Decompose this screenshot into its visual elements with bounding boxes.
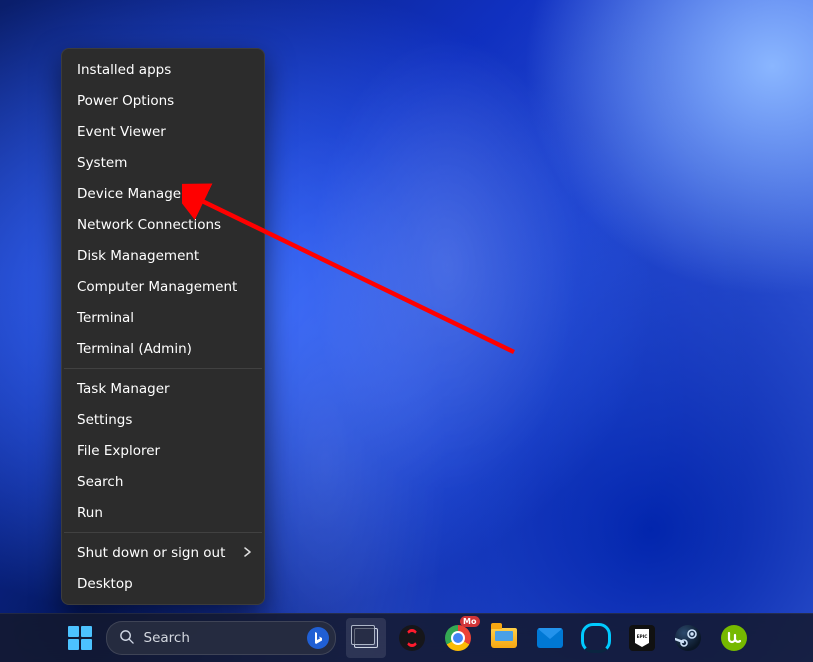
chrome-badge: Mo	[460, 616, 479, 627]
menu-item-file-explorer[interactable]: File Explorer	[62, 435, 264, 466]
task-view-button[interactable]	[346, 618, 386, 658]
taskbar-app-alexa[interactable]	[576, 618, 616, 658]
menu-item-run[interactable]: Run	[62, 497, 264, 528]
menu-item-computer-management[interactable]: Computer Management	[62, 271, 264, 302]
folder-icon	[491, 628, 517, 648]
menu-item-network-connections[interactable]: Network Connections	[62, 209, 264, 240]
task-view-icon	[354, 628, 378, 648]
winx-context-menu: Installed apps Power Options Event Viewe…	[61, 48, 265, 605]
mail-icon	[537, 628, 563, 648]
epic-games-icon: EPIC	[629, 625, 655, 651]
taskbar: Search Mo EPIC	[0, 613, 813, 662]
menu-item-terminal[interactable]: Terminal	[62, 302, 264, 333]
windows-logo-icon	[68, 626, 92, 650]
menu-item-terminal-admin[interactable]: Terminal (Admin)	[62, 333, 264, 364]
alexa-icon	[581, 623, 611, 653]
menu-item-device-manager[interactable]: Device Manager	[62, 178, 264, 209]
menu-separator	[64, 532, 262, 533]
menu-item-label: Shut down or sign out	[77, 545, 225, 561]
chevron-right-icon	[244, 545, 252, 561]
taskbar-app-mail[interactable]	[530, 618, 570, 658]
menu-item-event-viewer[interactable]: Event Viewer	[62, 116, 264, 147]
svg-text:EPIC: EPIC	[636, 634, 647, 640]
menu-separator	[64, 368, 262, 369]
chrome-icon	[445, 625, 471, 651]
taskbar-app-chrome[interactable]: Mo	[438, 618, 478, 658]
taskbar-search[interactable]: Search	[106, 621, 336, 655]
menu-item-shut-down[interactable]: Shut down or sign out	[62, 537, 264, 568]
bing-icon	[307, 627, 329, 649]
taskbar-app-file-explorer[interactable]	[484, 618, 524, 658]
steam-icon	[675, 625, 701, 651]
taskbar-app-opera[interactable]	[392, 618, 432, 658]
menu-item-task-manager[interactable]: Task Manager	[62, 373, 264, 404]
start-button[interactable]	[60, 618, 100, 658]
menu-item-system[interactable]: System	[62, 147, 264, 178]
menu-item-disk-management[interactable]: Disk Management	[62, 240, 264, 271]
utorrent-icon	[721, 625, 747, 651]
opera-icon	[399, 625, 425, 651]
menu-item-installed-apps[interactable]: Installed apps	[62, 54, 264, 85]
menu-item-desktop[interactable]: Desktop	[62, 568, 264, 599]
taskbar-app-utorrent[interactable]	[714, 618, 754, 658]
menu-item-power-options[interactable]: Power Options	[62, 85, 264, 116]
search-placeholder-text: Search	[144, 630, 190, 646]
taskbar-app-steam[interactable]	[668, 618, 708, 658]
search-icon	[119, 629, 134, 648]
menu-item-search[interactable]: Search	[62, 466, 264, 497]
menu-item-settings[interactable]: Settings	[62, 404, 264, 435]
taskbar-app-epic-games[interactable]: EPIC	[622, 618, 662, 658]
